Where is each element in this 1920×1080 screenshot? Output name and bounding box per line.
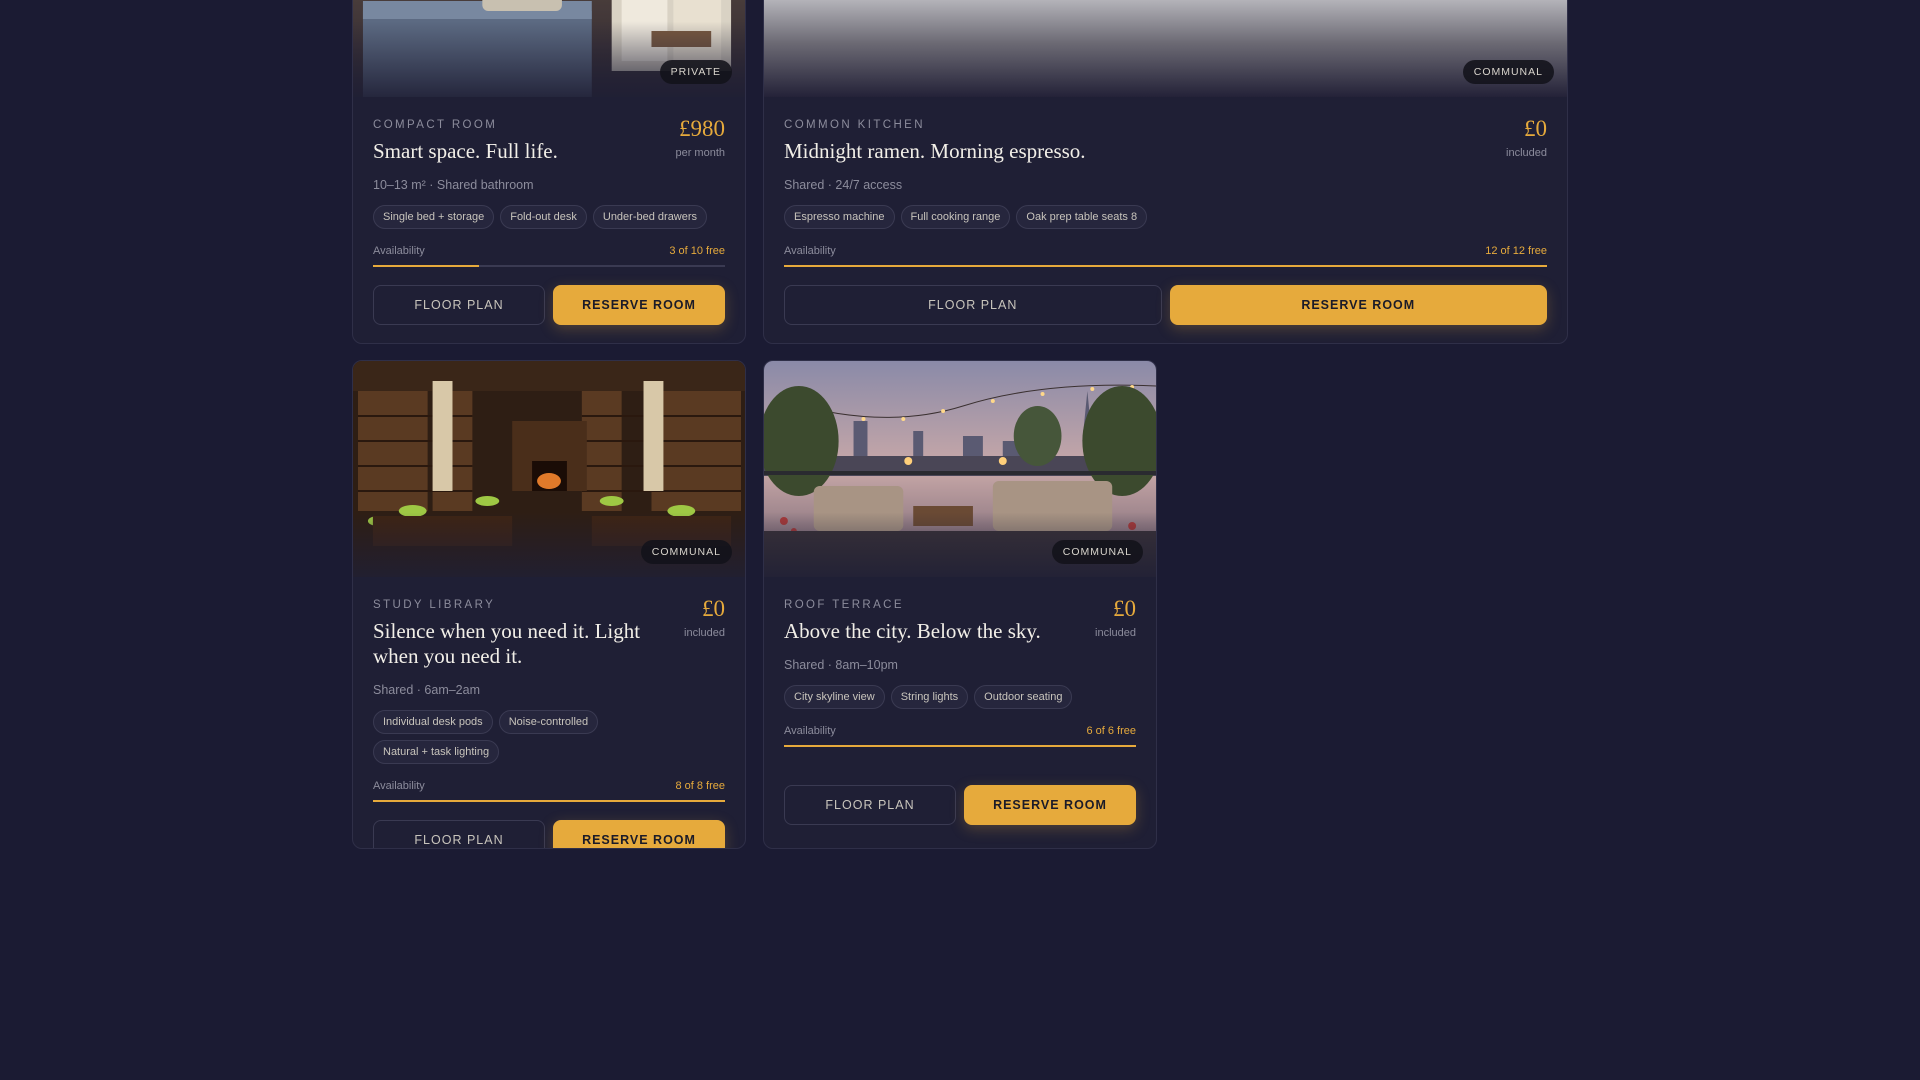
feature-tag: Single bed + storage (373, 205, 495, 229)
reserve-room-button[interactable]: RESERVE ROOM (553, 820, 725, 848)
availability-label: Availability (373, 245, 425, 257)
room-type-badge: PRIVATE (659, 60, 732, 84)
availability-label: Availability (784, 725, 836, 737)
availability-count: 3 of 10 free (669, 245, 725, 257)
room-card-terrace: COMMUNAL ROOF TERRACE Above the city. Be… (763, 360, 1157, 849)
room-category: STUDY LIBRARY (373, 599, 496, 611)
kitchen-photo: COMMUNAL (764, 0, 1567, 97)
room-category: COMMON KITCHEN (784, 119, 925, 131)
room-price: £980 (679, 116, 725, 141)
availability-count: 8 of 8 free (675, 780, 725, 792)
availability-label: Availability (373, 780, 425, 792)
availability-label: Availability (784, 245, 836, 257)
room-meta: Shared · 8am–10pm (784, 658, 898, 672)
availability-bar-fill (373, 265, 479, 267)
availability-bar-fill (373, 800, 725, 802)
room-category: COMPACT ROOM (373, 119, 498, 131)
reserve-room-button[interactable]: RESERVE ROOM (1169, 285, 1547, 325)
feature-tags: Espresso machine Full cooking range Oak … (784, 205, 1547, 229)
room-meta: 10–13 m² · Shared bathroom (373, 178, 534, 192)
reserve-room-button[interactable]: RESERVE ROOM (553, 285, 725, 325)
price-period: per month (675, 147, 725, 159)
room-meta: Shared · 24/7 access (784, 178, 903, 192)
room-price: £0 (702, 596, 725, 621)
feature-tag: Outdoor seating (974, 685, 1073, 709)
availability-bar-fill (784, 745, 1136, 747)
feature-tag: Noise-controlled (498, 710, 599, 734)
feature-tag: String lights (890, 685, 969, 709)
feature-tag: Under-bed drawers (592, 205, 708, 229)
feature-tag: Fold-out desk (500, 205, 587, 229)
availability-bar (784, 745, 1136, 747)
availability-count: 12 of 12 free (1485, 245, 1547, 257)
room-card-compact: PRIVATE COMPACT ROOM Smart space. Full l… (352, 0, 746, 344)
availability-bar (784, 265, 1547, 267)
feature-tags: Individual desk pods Noise-controlled Na… (373, 710, 725, 764)
price-period: included (684, 627, 725, 639)
feature-tag: Full cooking range (900, 205, 1011, 229)
floor-plan-button[interactable]: FLOOR PLAN (373, 285, 545, 325)
room-type-badge: COMMUNAL (1051, 540, 1143, 564)
floor-plan-button[interactable]: FLOOR PLAN (373, 820, 545, 848)
room-title: Midnight ramen. Morning espresso. (784, 139, 1086, 163)
availability-bar-fill (784, 265, 1547, 267)
availability-bar (373, 800, 725, 802)
feature-tag: Espresso machine (784, 205, 895, 229)
feature-tags: Single bed + storage Fold-out desk Under… (373, 205, 725, 229)
room-title: Smart space. Full life. (373, 139, 558, 163)
room-title: Above the city. Below the sky. (784, 619, 1041, 643)
terrace-photo: COMMUNAL (764, 361, 1156, 577)
feature-tag: Natural + task lighting (373, 740, 500, 764)
availability-count: 6 of 6 free (1086, 725, 1136, 737)
feature-tag: Oak prep table seats 8 (1016, 205, 1148, 229)
floor-plan-button[interactable]: FLOOR PLAN (784, 285, 1162, 325)
room-title: Silence when you need it. Light when you… (373, 619, 641, 668)
availability-bar (373, 265, 725, 267)
room-price: £0 (1113, 596, 1136, 621)
floor-plan-button[interactable]: FLOOR PLAN (784, 785, 956, 825)
price-period: included (1506, 147, 1547, 159)
price-period: included (1095, 627, 1136, 639)
feature-tags: City skyline view String lights Outdoor … (784, 685, 1136, 709)
feature-tag: City skyline view (784, 685, 885, 709)
room-price: £0 (1524, 116, 1547, 141)
room-card-kitchen: COMMUNAL COMMON KITCHEN Midnight ramen. … (763, 0, 1568, 344)
reserve-room-button[interactable]: RESERVE ROOM (964, 785, 1136, 825)
room-category: ROOF TERRACE (784, 599, 904, 611)
library-photo: COMMUNAL (353, 361, 745, 577)
room-type-badge: COMMUNAL (1462, 60, 1554, 84)
room-meta: Shared · 6am–2am (373, 683, 481, 697)
bedroom-photo: PRIVATE (353, 0, 745, 97)
room-type-badge: COMMUNAL (640, 540, 732, 564)
feature-tag: Individual desk pods (373, 710, 493, 734)
room-card-library: COMMUNAL STUDY LIBRARY Silence when you … (352, 360, 746, 849)
